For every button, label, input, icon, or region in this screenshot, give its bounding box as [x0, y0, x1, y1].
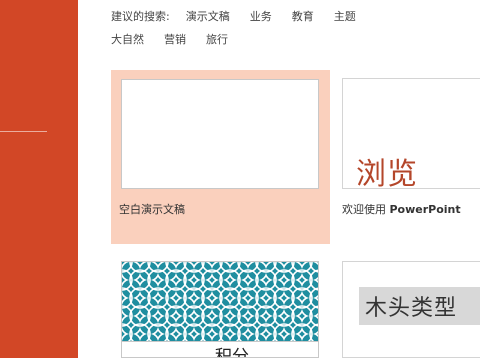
points-thumbnail-title: 积分: [215, 347, 249, 358]
suggested-searches-label: 建议的搜索:: [111, 10, 170, 23]
search-link-education[interactable]: 教育: [292, 8, 314, 24]
search-link-nature[interactable]: 大自然: [111, 31, 144, 47]
sidebar-divider: [0, 131, 47, 132]
search-link-travel[interactable]: 旅行: [206, 31, 228, 47]
welcome-thumbnail: 浏览: [342, 78, 480, 192]
blank-presentation-thumbnail: [121, 79, 319, 189]
welcome-thumbnail-title: 浏览: [356, 157, 418, 192]
search-link-themes[interactable]: 主题: [334, 8, 356, 24]
template-wood-type[interactable]: 木头类型: [342, 261, 480, 358]
blank-presentation-caption: 空白演示文稿: [119, 203, 185, 216]
template-points[interactable]: 积分: [121, 261, 319, 358]
template-welcome-powerpoint[interactable]: 浏览 欢迎使用 PowerPoint: [342, 70, 480, 244]
backstage-sidebar: [0, 0, 78, 358]
search-link-business[interactable]: 业务: [250, 8, 272, 24]
welcome-caption-brand: PowerPoint: [389, 203, 461, 216]
welcome-caption-prefix: 欢迎使用: [342, 203, 390, 216]
wood-type-thumbnail-title: 木头类型: [365, 296, 458, 321]
search-link-marketing[interactable]: 营销: [164, 31, 186, 47]
search-link-presentations[interactable]: 演示文稿: [186, 8, 230, 24]
interlocking-circles-pattern: [122, 262, 318, 342]
template-blank-presentation[interactable]: 空白演示文稿: [111, 70, 330, 244]
welcome-caption: 欢迎使用 PowerPoint: [342, 201, 461, 217]
suggested-searches-row-1: 建议的搜索: 演示文稿 业务 教育 主题: [111, 8, 376, 24]
suggested-searches-row-2: 大自然 营销 旅行: [111, 31, 248, 47]
